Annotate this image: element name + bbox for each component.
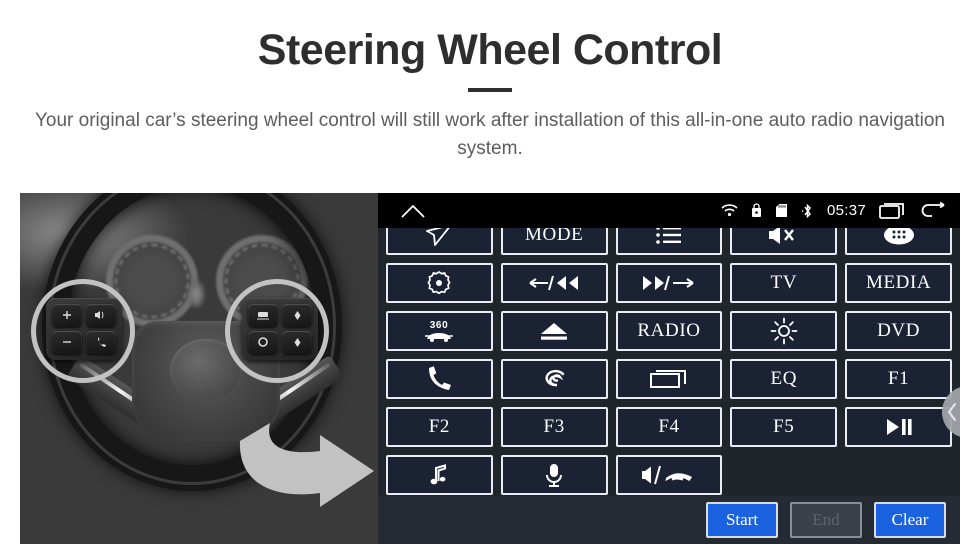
brightness-icon — [770, 317, 798, 345]
page-subtitle: Your original car’s steering wheel contr… — [34, 110, 945, 159]
btn-microphone[interactable] — [500, 455, 608, 495]
steering-wheel-photo — [20, 193, 378, 544]
bluetooth-icon — [801, 203, 814, 219]
start-button[interactable]: Start — [706, 502, 778, 538]
btn-empty-slot — [730, 455, 837, 495]
page-title: Steering Wheel Control — [257, 26, 723, 74]
status-icons: 05:37 — [721, 202, 946, 219]
btn-music[interactable] — [386, 455, 493, 495]
button-row: EQ F1 — [386, 359, 952, 399]
microphone-icon — [546, 464, 563, 487]
btn-list[interactable] — [615, 228, 723, 255]
btn-settings[interactable] — [386, 263, 493, 303]
prev-track-icon — [529, 275, 579, 291]
music-note-icon — [430, 464, 447, 485]
button-row: 360 RADIO DVD — [386, 311, 952, 351]
btn-f4[interactable]: F4 — [615, 407, 723, 447]
page-header: Steering Wheel Control Your original car… — [0, 0, 980, 162]
btn-media[interactable]: MEDIA — [845, 263, 952, 303]
back-icon[interactable] — [920, 202, 946, 219]
play-pause-icon — [886, 419, 912, 435]
car-360-icon: 360 — [425, 320, 454, 342]
button-row — [386, 455, 952, 495]
wifi-icon — [721, 204, 738, 217]
btn-volume-hangup[interactable] — [615, 455, 723, 495]
highlight-circle-left — [31, 279, 135, 383]
home-icon[interactable] — [400, 203, 426, 219]
btn-apps[interactable] — [845, 228, 952, 255]
action-bar: Start End Clear — [378, 496, 960, 544]
btn-screen-window[interactable] — [615, 359, 723, 399]
swc-learning-grid: MODE TV MEDIA 360 RADIO DVD EQ F1 F2 F3 … — [378, 228, 960, 496]
btn-eject[interactable] — [500, 311, 608, 351]
end-button: End — [790, 502, 862, 538]
list-icon — [656, 228, 681, 244]
btn-mode[interactable]: MODE — [500, 228, 608, 255]
apps-grid-icon — [883, 228, 914, 245]
mute-icon — [768, 228, 794, 244]
btn-f3[interactable]: F3 — [500, 407, 608, 447]
btn-next-track[interactable] — [615, 263, 723, 303]
btn-eq[interactable]: EQ — [730, 359, 838, 399]
button-row: TV MEDIA — [386, 263, 952, 303]
btn-f1[interactable]: F1 — [845, 359, 952, 399]
btn-car-360[interactable]: 360 — [386, 311, 493, 351]
pointer-arrow — [234, 389, 378, 509]
clear-button[interactable]: Clear — [874, 502, 946, 538]
highlight-circle-right — [225, 279, 329, 383]
btn-brightness[interactable] — [730, 311, 838, 351]
button-row: F2 F3 F4 F5 — [386, 407, 952, 447]
next-track-icon — [642, 275, 694, 291]
btn-phone[interactable] — [386, 359, 493, 399]
title-divider — [468, 88, 512, 93]
eject-icon — [541, 323, 568, 340]
swirl-voice-icon — [545, 369, 565, 387]
btn-radio[interactable]: RADIO — [615, 311, 723, 351]
chevron-left-icon — [947, 403, 956, 421]
button-row: MODE — [386, 228, 952, 255]
android-status-bar: 05:37 — [378, 193, 960, 228]
volume-hangup-icon — [641, 465, 692, 485]
settings-target-icon — [427, 271, 451, 295]
btn-voice-assistant[interactable] — [500, 359, 608, 399]
btn-prev-track[interactable] — [500, 263, 608, 303]
phone-icon — [429, 366, 452, 390]
screen-window-icon — [649, 370, 686, 388]
status-clock: 05:37 — [826, 202, 866, 219]
btn-navigation[interactable] — [386, 228, 493, 255]
sd-card-icon — [775, 203, 788, 218]
btn-mute[interactable] — [730, 228, 838, 255]
usb-lock-icon — [751, 203, 762, 218]
btn-f2[interactable]: F2 — [386, 407, 493, 447]
btn-empty-slot — [845, 455, 952, 495]
content-area: 05:37 MODE TV MEDIA 360 RADIO DVD EQ F1 … — [20, 193, 960, 544]
btn-play-pause[interactable] — [845, 407, 952, 447]
head-unit-screen: 05:37 MODE TV MEDIA 360 RADIO DVD EQ F1 … — [378, 193, 960, 544]
btn-f5[interactable]: F5 — [730, 407, 838, 447]
recents-icon[interactable] — [879, 202, 907, 219]
btn-dvd[interactable]: DVD — [845, 311, 952, 351]
navigation-arrow-icon — [426, 228, 451, 246]
btn-tv[interactable]: TV — [730, 263, 838, 303]
svg-text:360: 360 — [430, 320, 449, 331]
